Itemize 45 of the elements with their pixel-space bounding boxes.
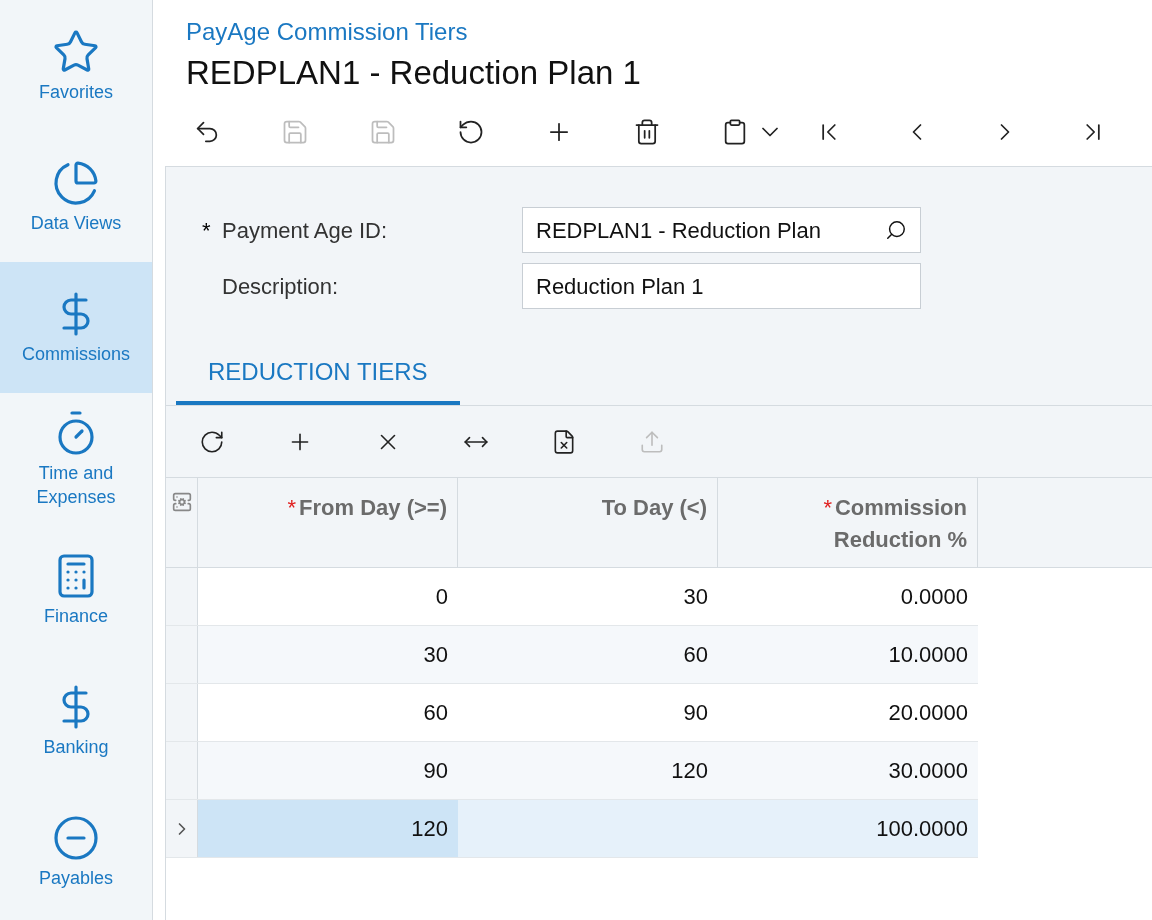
table-cell-text: 20.0000	[887, 699, 969, 727]
input-field[interactable]: REDPLAN1 - Reduction Plan	[522, 207, 921, 253]
table-row[interactable]: 120 100.0000	[166, 800, 978, 858]
column-header[interactable]: To Day (<)	[458, 478, 718, 567]
required-marker: *	[202, 217, 211, 243]
table-cell-text: 120	[670, 757, 709, 785]
table-row[interactable]: 30 60 10.0000	[166, 626, 978, 684]
page-title: REDPLAN1 - Reduction Plan 1	[186, 53, 642, 93]
table-row[interactable]: 60 90 20.0000	[166, 684, 978, 742]
sidebar-item[interactable]: Banking	[0, 655, 152, 786]
table-cell-text: 0	[434, 583, 449, 611]
delete-icon	[633, 118, 661, 146]
sidebar-item[interactable]: Payables	[0, 786, 152, 917]
table-row[interactable]: 90 120 30.0000	[166, 742, 978, 800]
table-cell: 120	[198, 800, 458, 857]
table-cell-text: 30.0000	[887, 757, 969, 785]
minus-circle-icon	[52, 813, 100, 862]
column-header[interactable]: *Commission Reduction %	[718, 478, 978, 567]
table-cell-text: 90	[422, 757, 449, 785]
sidebar-item[interactable]: Commissions	[0, 262, 152, 393]
sidebar-item[interactable]: Finance	[0, 524, 152, 655]
save-close-icon	[281, 118, 309, 146]
sidebar-item[interactable]: Time and Expenses	[0, 393, 152, 524]
undo-icon	[457, 118, 485, 146]
row-settings-icon[interactable]	[171, 492, 192, 512]
table-cell-text: 0.0000	[899, 583, 969, 611]
refresh-icon	[199, 428, 225, 455]
sidebar-item[interactable]: Favorites	[0, 0, 152, 131]
table-cell-text: 30	[422, 641, 449, 669]
sidebar-item[interactable]: Data Views	[0, 131, 152, 262]
table-cell-text: 90	[682, 699, 709, 727]
breadcrumb-link[interactable]: PayAge Commission Tiers	[186, 18, 468, 45]
column-header[interactable]: *From Day (>=)	[198, 478, 458, 567]
field-label: Description:	[222, 272, 340, 301]
input-field[interactable]: Reduction Plan 1	[522, 263, 921, 309]
table-cell-text: 60	[682, 641, 709, 669]
table-row[interactable]: 0 30 0.0000	[166, 568, 978, 626]
tab[interactable]: REDUCTION TIERS	[176, 343, 460, 405]
table-cell-text: 60	[422, 699, 449, 727]
field-label: Payment Age ID:	[222, 216, 389, 245]
search-icon[interactable]	[885, 219, 907, 241]
table-cell-text: 30	[682, 583, 709, 611]
table-cell-text: 100.0000	[875, 815, 969, 843]
table-cell-text: 10.0000	[887, 641, 969, 669]
save-icon	[369, 118, 397, 146]
